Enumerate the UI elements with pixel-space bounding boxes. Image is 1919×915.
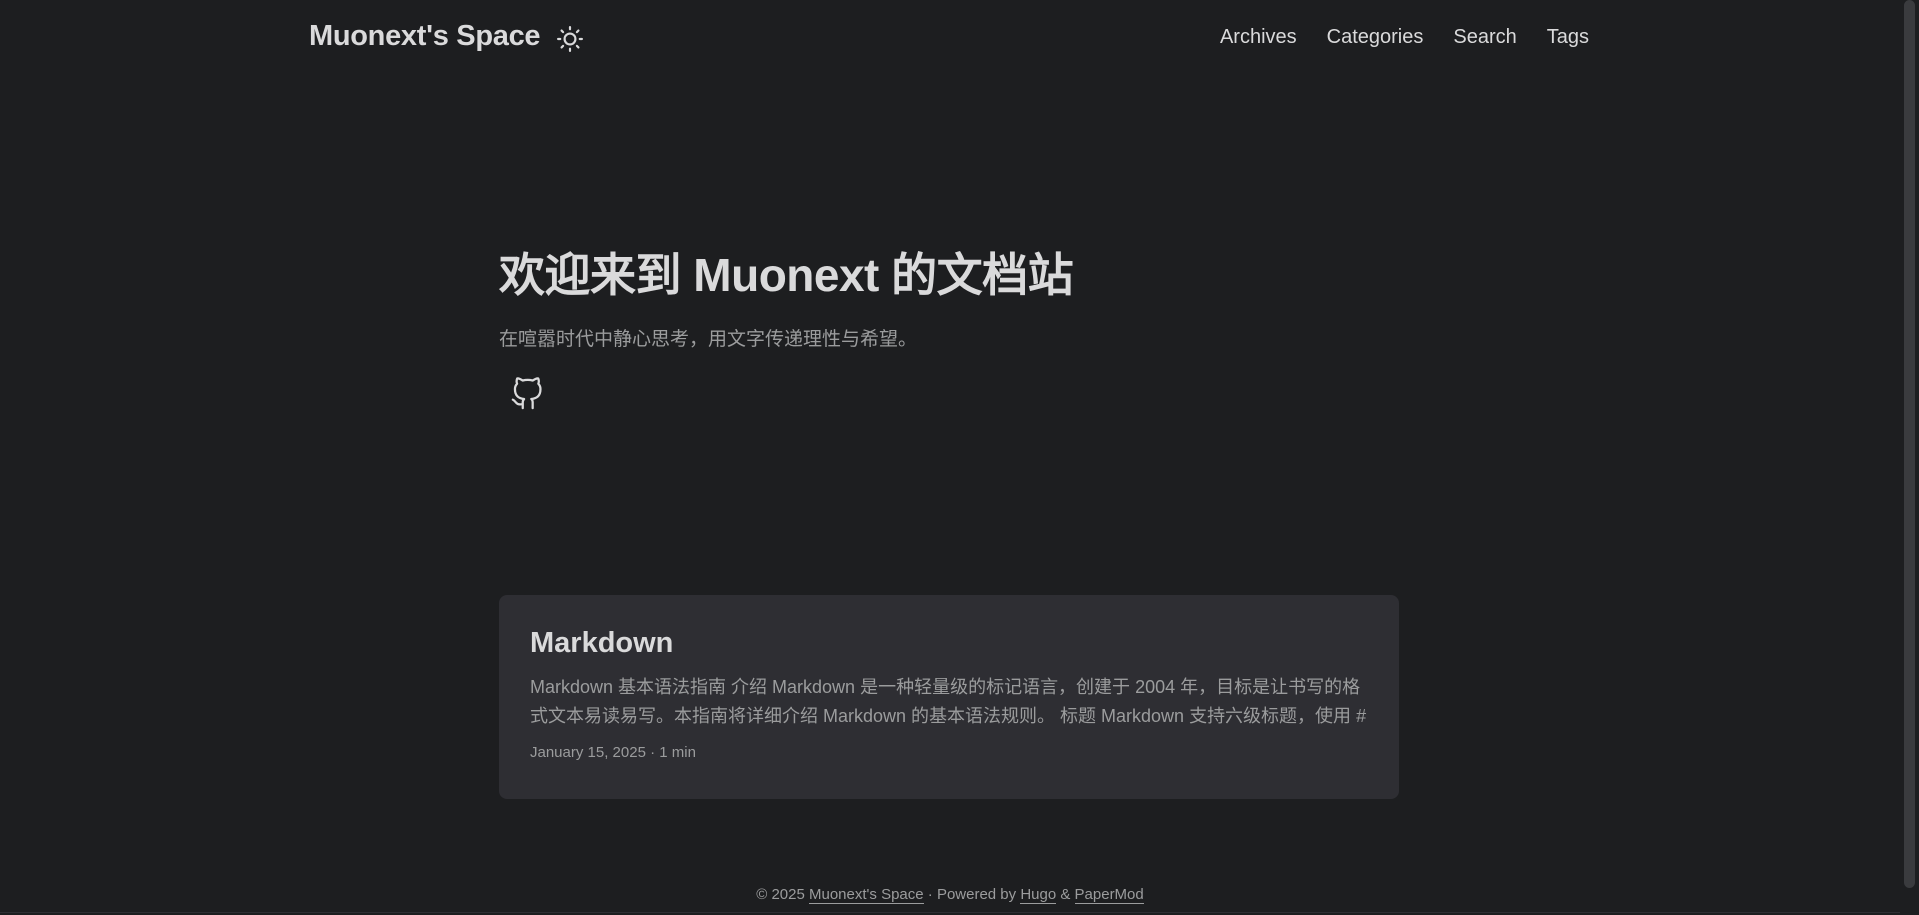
footer-powered-by: · Powered by [923,886,1017,903]
scrollbar[interactable] [1900,0,1919,915]
scrollbar-thumb[interactable] [1904,0,1915,888]
github-link[interactable] [510,377,544,411]
footer-copyright: © 2025 [756,886,805,903]
nav-categories[interactable]: Categories [1327,26,1424,49]
site-header: Muonext's Space Archives Categories Sear… [0,0,1900,78]
nav-tags[interactable]: Tags [1547,26,1589,49]
post-title: Markdown [530,627,674,659]
page: Muonext's Space Archives Categories Sear… [0,0,1919,915]
site-logo[interactable]: Muonext's Space [309,20,541,53]
github-icon [511,377,542,410]
post-summary: Markdown 基本语法指南 介绍 Markdown 是一种轻量级的标记语言，… [530,677,1367,726]
main-nav: Archives Categories Search Tags [1220,26,1589,49]
hero-subtitle: 在喧嚣时代中静心思考，用文字传递理性与希望。 [499,329,918,350]
nav-archives[interactable]: Archives [1220,26,1297,49]
footer-site-link[interactable]: Muonext's Space [809,886,924,904]
footer-hugo-link[interactable]: Hugo [1020,886,1057,904]
hero-title: 欢迎来到 Muonext 的文档站 [499,249,1074,301]
footer-amp: & [1056,886,1075,903]
theme-toggle-button[interactable] [557,26,583,52]
nav-search[interactable]: Search [1453,26,1516,49]
site-footer: © 2025 Muonext's Space · Powered by Hugo… [0,886,1900,904]
post-meta: January 15, 2025 · 1 min [530,744,696,761]
bottom-divider [0,912,1900,913]
home-info: 欢迎来到 Muonext 的文档站 在喧嚣时代中静心思考，用文字传递理性与希望。 [499,246,1074,411]
footer-papermod-link[interactable]: PaperMod [1074,886,1144,904]
post-entry[interactable]: Markdown Markdown 基本语法指南 介绍 Markdown 是一种… [499,595,1399,799]
sun-icon [557,26,583,52]
